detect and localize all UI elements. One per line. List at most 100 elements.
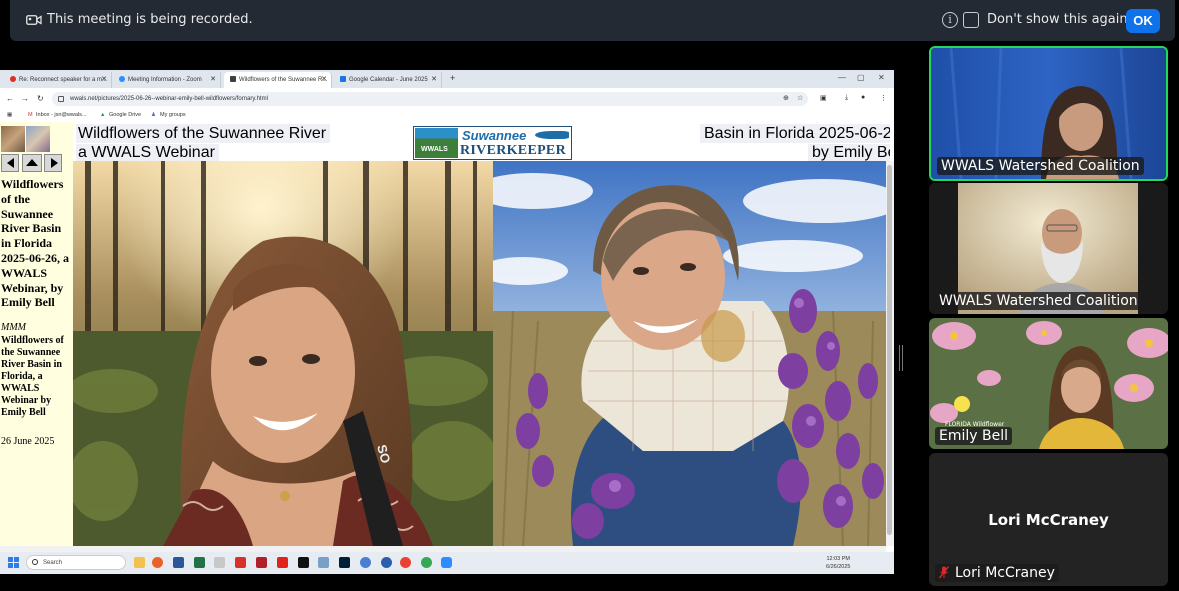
windows-start-icon[interactable]	[8, 557, 19, 568]
browser-menu-icon[interactable]: ⋮	[880, 94, 887, 102]
url-field[interactable]: wwals.net/pictures/2025-06-26--webinar-e…	[52, 92, 808, 106]
info-icon[interactable]: i	[942, 12, 958, 28]
suwannee-riverkeeper-logo[interactable]: WWALS Suwannee RIVERKEEPER	[413, 126, 572, 160]
site-info-icon[interactable]	[58, 96, 64, 102]
participant-name: Lori McCraney	[955, 565, 1055, 581]
arrow-left-icon	[7, 158, 14, 168]
firefox-icon[interactable]	[152, 557, 163, 568]
next-slide-button[interactable]	[44, 154, 62, 172]
vertical-scrollbar[interactable]	[886, 161, 894, 546]
close-tab-icon[interactable]: ✕	[321, 75, 327, 83]
tab-label: Wildflowers of the Suwannee R...	[239, 77, 328, 83]
arrow-up-icon	[26, 159, 38, 166]
close-tab-icon[interactable]: ✕	[101, 75, 107, 83]
panel-resize-handle[interactable]	[899, 345, 903, 371]
participant-name-placeholder: Lori McCraney	[988, 511, 1109, 529]
close-tab-icon[interactable]: ✕	[431, 75, 437, 83]
prev-slide-button[interactable]	[1, 154, 19, 172]
ok-button[interactable]: OK	[1126, 9, 1160, 33]
index-button[interactable]	[22, 154, 42, 172]
dont-show-again-label[interactable]: Don't show this again	[987, 12, 1128, 27]
tab-label: Re: Reconnect speaker for a m...	[19, 77, 108, 83]
chrome-profile-icon[interactable]	[421, 557, 432, 568]
acrobat-icon[interactable]	[235, 557, 246, 568]
file-explorer-icon[interactable]	[134, 557, 145, 568]
app-icon-red[interactable]	[277, 557, 288, 568]
browser-tab-gmail[interactable]: Re: Reconnect speaker for a m... ✕	[4, 72, 112, 88]
download-icon[interactable]: ⤓	[845, 94, 848, 102]
apps-grid-icon[interactable]: ▦	[7, 112, 12, 118]
url-text: wwals.net/pictures/2025-06-26--webinar-e…	[70, 96, 268, 102]
groups-icon: ♟	[151, 112, 156, 118]
taskbar-search-box[interactable]: Search	[26, 555, 126, 570]
slide-nav	[1, 154, 62, 172]
new-tab-button[interactable]: +	[450, 73, 455, 83]
paint-icon[interactable]	[214, 557, 225, 568]
snipping-tool-icon[interactable]	[318, 557, 329, 568]
webpage-sidebar: Wildflowers of the Suwannee River Basin …	[0, 122, 73, 547]
scrollbar-thumb[interactable]	[887, 165, 892, 535]
sidebar-subtitle: Wildflowers of the Suwannee River Basin …	[1, 335, 64, 418]
gmail-icon: M	[28, 112, 33, 118]
sidebar-date: 26 June 2025	[1, 436, 55, 447]
page-title-left-line2: a WWALS Webinar	[76, 144, 219, 162]
participant-name-label: Lori McCraney	[935, 564, 1059, 582]
search-placeholder: Search	[43, 560, 63, 566]
word-icon[interactable]	[173, 557, 184, 568]
app-icon-black[interactable]	[298, 557, 309, 568]
app-icon-blue[interactable]	[360, 557, 371, 568]
participant-tile-4[interactable]: Lori McCraney Lori McCraney	[929, 453, 1168, 586]
media-icon[interactable]	[256, 557, 267, 568]
video-recording-icon	[26, 15, 42, 25]
dont-show-again-checkbox[interactable]	[963, 12, 979, 28]
profile-avatar-icon[interactable]: ●	[861, 94, 865, 101]
zoom-taskbar-icon[interactable]	[441, 557, 452, 568]
chrome-icon[interactable]	[400, 557, 411, 568]
participant-tile-1[interactable]: WWALS Watershed Coalition	[929, 46, 1168, 181]
zoom-icon	[119, 76, 125, 82]
drive-icon: ▲	[100, 112, 106, 118]
thumbnail-prev[interactable]	[1, 126, 25, 152]
sidebar-title: Wildflowers of the Suwannee River Basin …	[1, 177, 69, 310]
participant-tile-2[interactable]: WWALS Watershed Coalition	[929, 183, 1168, 314]
zoom-icon[interactable]: ⊕	[783, 94, 789, 102]
participant-tile-3[interactable]: FLORIDA Wildflower Emily Bell	[929, 318, 1168, 449]
forward-icon[interactable]: →	[21, 94, 29, 103]
page-title-left-line1: Wildflowers of the Suwannee River	[76, 124, 331, 143]
bookmarks-bar: ▦ M Inbox - jsn@wwals... ▲ Google Drive …	[0, 110, 894, 122]
clock-date: 6/26/2025	[826, 564, 851, 570]
calendar-icon	[340, 76, 346, 82]
minimize-icon[interactable]: —	[838, 73, 846, 82]
webpage-content: Wildflowers of the Suwannee River Basin …	[0, 122, 894, 552]
taskbar-clock[interactable]: 12:03 PM 6/26/2025	[826, 555, 850, 571]
bookmark-star-icon[interactable]: ☆	[797, 94, 803, 102]
thumbnail-current[interactable]	[26, 126, 50, 152]
bookmark-inbox[interactable]: Inbox - jsn@wwals...	[36, 112, 87, 118]
page-title-right-line1: Basin in Florida 2025-06-26,	[700, 124, 890, 143]
bookmark-my-groups[interactable]: My groups	[160, 112, 186, 118]
logo-top-text: Suwannee	[462, 128, 527, 143]
close-tab-icon[interactable]: ✕	[210, 75, 216, 83]
wwals-logo-text: WWALS	[421, 146, 448, 153]
clock-time: 12:03 PM	[826, 556, 850, 562]
close-window-icon[interactable]: ✕	[878, 73, 885, 82]
maximize-icon[interactable]: ▢	[857, 73, 865, 82]
browser-tab-zoom[interactable]: Meeting Information - Zoom ✕	[113, 72, 221, 88]
browser-tab-calendar[interactable]: Google Calendar - June 2025 ✕	[334, 72, 442, 88]
browser-address-bar: ← → ↻ wwals.net/pictures/2025-06-26--web…	[0, 88, 894, 110]
tab-label: Google Calendar - June 2025	[349, 77, 428, 83]
back-icon[interactable]: ←	[6, 94, 14, 103]
reading-mode-icon[interactable]: ▣	[820, 94, 827, 102]
excel-icon[interactable]	[194, 557, 205, 568]
bookmark-google-drive[interactable]: Google Drive	[109, 112, 141, 118]
photoshop-icon[interactable]	[339, 557, 350, 568]
app-icon-k[interactable]	[381, 557, 392, 568]
photo-forest-image: SO	[73, 161, 493, 546]
search-icon	[32, 559, 38, 565]
recording-notice-text: This meeting is being recorded.	[47, 12, 253, 27]
sidebar-mmm-label: MMM	[1, 322, 26, 333]
participant-name: WWALS Watershed Coalition	[937, 157, 1144, 175]
browser-tab-wildflowers[interactable]: Wildflowers of the Suwannee R... ✕	[224, 72, 332, 88]
reload-icon[interactable]: ↻	[37, 94, 44, 103]
photo-selfie-forest: SO	[73, 161, 493, 546]
